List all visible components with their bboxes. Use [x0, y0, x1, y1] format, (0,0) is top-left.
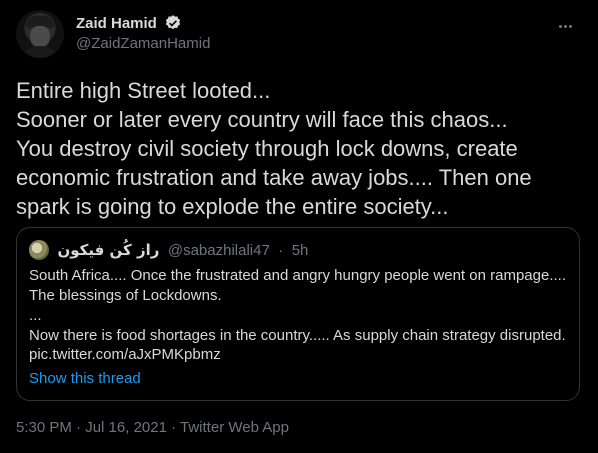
author-handle[interactable]: @ZaidZamanHamid: [76, 35, 210, 52]
tweet-time-link[interactable]: 5:30 PM: [16, 419, 72, 436]
meta-separator-1: ·: [71, 419, 86, 436]
more-options-icon[interactable]: [558, 15, 580, 35]
show-thread-link[interactable]: Show this thread: [29, 370, 141, 387]
tweet-text: Entire high Street looted... Sooner or l…: [16, 78, 532, 219]
avatar-shoulders: [20, 46, 60, 58]
quoted-author-avatar: [29, 240, 49, 260]
quoted-time: 5h: [291, 241, 309, 259]
verified-badge-icon: [166, 15, 181, 30]
quoted-tweet-header: راز کُن فیکون @sabazhilali47 · 5h: [29, 240, 308, 260]
quoted-tweet-link[interactable]: pic.twitter.com/aJxPMKpbmz: [29, 346, 221, 363]
quoted-tweet[interactable]: راز کُن فیکون @sabazhilali47 · 5h South …: [16, 227, 580, 401]
tweet-source-link[interactable]: Twitter Web App: [180, 419, 289, 436]
meta-separator-2: ·: [166, 419, 181, 436]
tweet-date-link[interactable]: Jul 16, 2021: [85, 419, 167, 436]
author-avatar[interactable]: [16, 10, 64, 58]
quoted-author-handle: @sabazhilali47: [167, 241, 270, 259]
author-display-name[interactable]: Zaid Hamid: [76, 15, 157, 32]
quoted-separator: ·: [278, 241, 284, 259]
author-name-block: Zaid Hamid @ZaidZamanHamid: [76, 14, 210, 53]
tweet-meta: 5:30 PM · Jul 16, 2021 · Twitter Web App: [16, 419, 289, 436]
quoted-tweet-text: South Africa.... Once the frustrated and…: [29, 267, 566, 344]
avatar-face: [30, 26, 50, 48]
quoted-author-name: راز کُن فیکون: [57, 241, 160, 259]
tweet-header: Zaid Hamid @ZaidZamanHamid: [16, 9, 582, 59]
